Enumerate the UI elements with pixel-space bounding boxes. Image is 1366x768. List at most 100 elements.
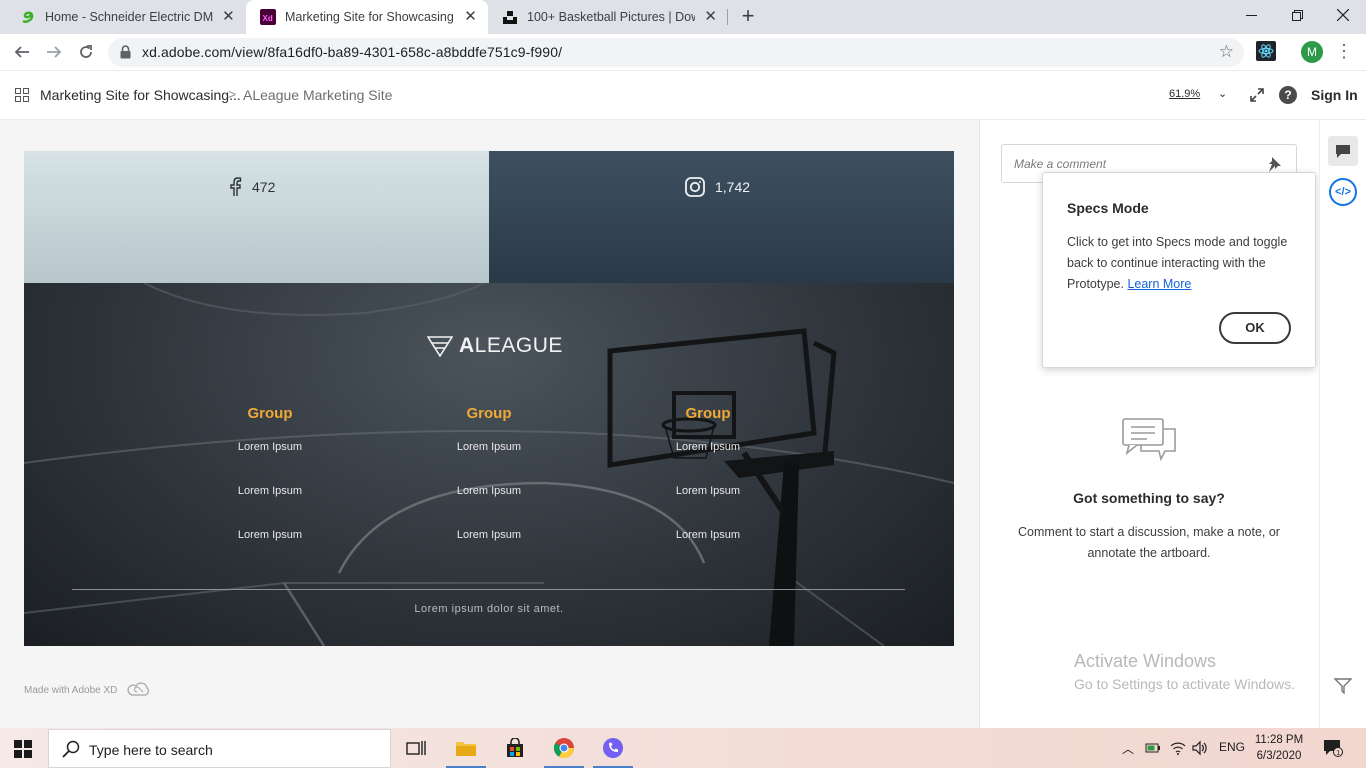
column-link[interactable]: Lorem Ipsum — [633, 529, 783, 573]
learn-more-link[interactable]: Learn More — [1127, 277, 1191, 291]
side-rail: </> — [1319, 120, 1366, 728]
prototype-canvas: 472 1,742 A LEAGUE Group Lorem Ipsum Lor… — [0, 120, 979, 728]
aleague-logo: A LEAGUE — [427, 334, 563, 358]
column-heading: Group — [466, 405, 512, 422]
column-heading: Group — [685, 405, 731, 422]
new-tab-button[interactable]: + — [736, 5, 760, 29]
column-link[interactable]: Lorem Ipsum — [633, 485, 783, 529]
activate-windows-title: Activate Windows — [1074, 651, 1217, 671]
url-text: xd.adobe.com/view/8fa16df0-ba89-4301-658… — [142, 44, 563, 60]
profile-avatar[interactable]: M — [1301, 41, 1323, 63]
made-with-text: Made with Adobe XD — [24, 684, 118, 696]
artboard[interactable]: 472 1,742 A LEAGUE Group Lorem Ipsum Lor… — [24, 151, 954, 646]
minimize-button[interactable] — [1228, 0, 1274, 30]
browser-menu-icon[interactable]: ⋮ — [1334, 42, 1354, 62]
battery-icon[interactable] — [1145, 741, 1161, 755]
svg-text:Xd: Xd — [263, 14, 273, 23]
bookmark-star-icon[interactable]: ☆ — [1219, 42, 1234, 62]
footer-text: Lorem ipsum dolor sit amet. — [414, 603, 564, 615]
basketball-court-background: A LEAGUE Group Lorem Ipsum Lorem Ipsum Lo… — [24, 283, 954, 646]
column-heading: Group — [247, 405, 293, 422]
instagram-stat[interactable]: 1,742 — [685, 177, 750, 197]
sign-in-link[interactable]: Sign In — [1311, 87, 1358, 103]
forward-button[interactable] — [42, 40, 66, 64]
reload-button[interactable] — [74, 40, 98, 64]
restore-icon — [1291, 9, 1303, 21]
column-link[interactable]: Lorem Ipsum — [414, 485, 564, 529]
column-link[interactable]: Lorem Ipsum — [414, 441, 564, 485]
breadcrumb-project[interactable]: Marketing Site for Showcasing... — [40, 87, 241, 103]
taskbar-search[interactable]: Type here to search — [48, 729, 391, 768]
tab-separator — [727, 9, 728, 25]
comment-mode-button[interactable] — [1328, 136, 1358, 166]
pin-icon[interactable] — [1266, 156, 1282, 172]
filter-icon[interactable] — [1334, 678, 1352, 694]
logo-text-bold: A — [459, 334, 475, 357]
close-window-button[interactable] — [1320, 0, 1366, 30]
viber-button[interactable] — [589, 728, 637, 768]
tab-title: Marketing Site for Showcasing th — [285, 10, 456, 24]
back-arrow-icon — [14, 46, 29, 58]
windows-start-icon[interactable] — [14, 740, 32, 758]
facebook-panel: 472 — [24, 151, 489, 283]
made-with-badge[interactable]: Made with Adobe XD — [24, 682, 151, 698]
tab-basketball[interactable]: 100+ Basketball Pictures | Downl ✕ — [488, 0, 728, 34]
footer-divider — [72, 589, 905, 590]
task-view-button[interactable] — [392, 728, 440, 768]
zoom-select[interactable]: 61.9% — [1169, 88, 1200, 100]
store-button[interactable] — [491, 728, 539, 768]
tab-schneider[interactable]: Home - Schneider Electric DMS ✕ — [6, 0, 246, 34]
windows-taskbar: Type here to search ︿ ENG 11:28 PM 6/3/2… — [0, 728, 1366, 768]
empty-state-title: Got something to say? — [1073, 490, 1225, 506]
clock-time: 11:28 PM — [1254, 734, 1304, 746]
ok-button[interactable]: OK — [1219, 312, 1291, 344]
footer-column: Group Lorem Ipsum Lorem Ipsum Lorem Ipsu… — [633, 405, 783, 573]
facebook-stat[interactable]: 472 — [228, 177, 275, 197]
tab-title: 100+ Basketball Pictures | Downl — [527, 10, 696, 24]
schneider-icon — [20, 9, 36, 25]
chrome-button[interactable] — [540, 728, 588, 768]
action-center-button[interactable]: 1 — [1323, 739, 1343, 762]
address-bar[interactable]: xd.adobe.com/view/8fa16df0-ba89-4301-658… — [108, 38, 1244, 67]
tray-chevron-icon[interactable]: ︿ — [1122, 740, 1134, 757]
comment-icon — [1336, 144, 1350, 158]
close-tab-icon[interactable]: ✕ — [703, 9, 718, 25]
comment-placeholder: Make a comment — [1014, 157, 1107, 171]
activate-windows-text: Go to Settings to activate Windows. — [1074, 676, 1295, 692]
help-icon[interactable]: ? — [1279, 86, 1297, 104]
notification-icon: 1 — [1324, 740, 1343, 757]
facebook-count: 472 — [252, 179, 276, 195]
popover-body: Click to get into Specs mode and toggle … — [1067, 232, 1299, 295]
file-explorer-button[interactable] — [442, 728, 490, 768]
chat-bubbles-icon — [1122, 418, 1176, 461]
column-link[interactable]: Lorem Ipsum — [633, 441, 783, 485]
column-link[interactable]: Lorem Ipsum — [195, 529, 345, 573]
popover-title: Specs Mode — [1067, 200, 1149, 216]
column-link[interactable]: Lorem Ipsum — [414, 529, 564, 573]
restore-button[interactable] — [1274, 0, 1320, 30]
close-tab-icon[interactable]: ✕ — [221, 9, 236, 25]
tab-title: Home - Schneider Electric DMS — [45, 10, 213, 24]
fullscreen-icon[interactable] — [1248, 86, 1266, 104]
close-tab-icon[interactable]: ✕ — [463, 9, 478, 25]
xd-header: Marketing Site for Showcasing... > ALeag… — [0, 71, 1366, 120]
volume-icon[interactable] — [1192, 740, 1208, 756]
unsplash-icon — [502, 9, 518, 25]
specs-mode-button[interactable]: </> — [1329, 178, 1357, 206]
tab-adobe-xd[interactable]: Xd Marketing Site for Showcasing th ✕ — [246, 0, 488, 34]
wifi-icon[interactable] — [1170, 741, 1186, 755]
chevron-down-icon[interactable]: ⌄ — [1218, 87, 1227, 100]
column-link[interactable]: Lorem Ipsum — [195, 441, 345, 485]
tab-strip: Home - Schneider Electric DMS ✕ Xd Marke… — [0, 0, 1366, 34]
back-button[interactable] — [10, 40, 34, 64]
facebook-icon — [230, 177, 242, 196]
footer-column: Group Lorem Ipsum Lorem Ipsum Lorem Ipsu… — [195, 405, 345, 573]
column-link[interactable]: Lorem Ipsum — [195, 485, 345, 529]
system-clock[interactable]: 11:28 PM 6/3/2020 — [1250, 732, 1308, 764]
react-devtools-icon[interactable] — [1256, 41, 1276, 61]
language-indicator[interactable]: ENG — [1219, 740, 1245, 754]
grid-view-icon[interactable] — [15, 88, 29, 102]
close-icon — [1337, 9, 1349, 21]
store-bag-icon — [507, 738, 523, 757]
task-view-icon — [406, 741, 426, 755]
